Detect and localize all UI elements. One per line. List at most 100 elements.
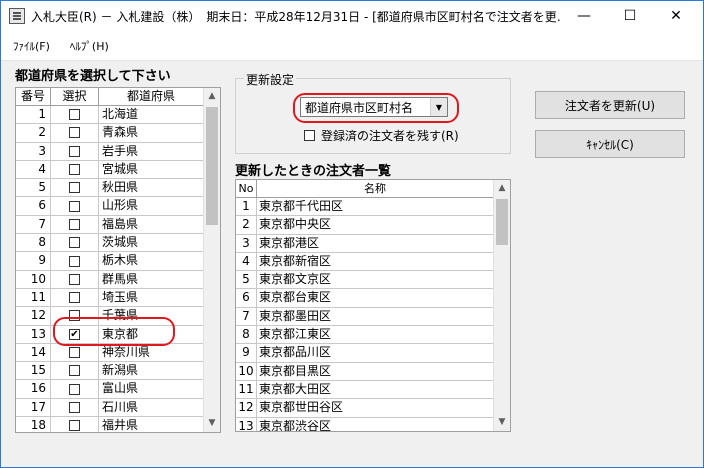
customer-scrollbar[interactable]: ▲ ▼ [493, 180, 510, 431]
list-item[interactable]: 7 東京都墨田区 [236, 307, 510, 327]
table-row[interactable]: 17 石川県 [16, 398, 220, 418]
customer-list[interactable]: No 名称 1 東京都千代田区 2 東京都中央区 3 東京都港区 4 東京都新宿区 5 東京都文京… [235, 179, 511, 432]
table-row[interactable]: 16 富山県 [16, 380, 220, 399]
row-number: 12 [16, 307, 51, 325]
row-select[interactable] [51, 417, 99, 432]
scroll-thumb[interactable] [206, 107, 218, 225]
row-select[interactable] [51, 270, 99, 288]
row-select[interactable] [51, 179, 99, 197]
select-checkbox[interactable] [69, 365, 80, 377]
select-checkbox[interactable]: ✔ [69, 328, 80, 340]
row-select[interactable] [51, 380, 99, 398]
table-row[interactable]: 15 新潟県 [16, 362, 220, 381]
list-item[interactable]: 6 東京都台東区 [236, 289, 510, 308]
row-number: 4 [16, 160, 51, 179]
table-row[interactable]: 12 千葉県 [16, 307, 220, 326]
menu-file[interactable]: ﾌｧｲﾙ(F) [1, 38, 58, 54]
select-checkbox[interactable] [69, 383, 80, 395]
select-checkbox[interactable] [69, 255, 80, 267]
list-item[interactable]: 10 東京都目黒区 [236, 362, 510, 381]
close-button[interactable]: ✕ [653, 1, 699, 31]
table-row[interactable]: 8 茨城県 [16, 234, 220, 253]
table-row[interactable]: 6 山形県 [16, 197, 220, 216]
list-item[interactable]: 11 東京都大田区 [236, 380, 510, 400]
col-header-name[interactable]: 名称 [257, 180, 494, 197]
select-checkbox[interactable] [69, 401, 80, 413]
prefecture-name: 山形県 [99, 197, 204, 215]
list-item[interactable]: 1 東京都千代田区 [236, 198, 510, 217]
list-item[interactable]: 8 東京都江東区 [236, 326, 510, 345]
row-select[interactable]: ✔ [51, 325, 99, 343]
update-customers-button[interactable]: 注文者を更新(U) [535, 91, 685, 119]
col-header-no[interactable]: 番号 [16, 88, 51, 105]
table-row[interactable]: 1 北海道 [16, 106, 220, 125]
select-checkbox[interactable] [69, 273, 80, 285]
table-row[interactable]: 10 群馬県 [16, 270, 220, 289]
select-checkbox[interactable] [69, 200, 80, 212]
list-item[interactable]: 5 東京都文京区 [236, 271, 510, 290]
select-checkbox[interactable] [69, 218, 80, 230]
select-checkbox[interactable] [69, 420, 80, 432]
select-checkbox[interactable] [69, 145, 80, 157]
maximize-button[interactable]: ☐ [607, 1, 653, 31]
list-item[interactable]: 4 東京都新宿区 [236, 252, 510, 272]
table-row[interactable]: 4 宮城県 [16, 160, 220, 180]
update-mode-combo[interactable]: 都道府県市区町村名 ▼ [300, 97, 448, 117]
app-icon [9, 8, 25, 24]
table-row[interactable]: 18 福井県 [16, 417, 220, 432]
col-header-no[interactable]: No [236, 180, 257, 197]
row-select[interactable] [51, 252, 99, 270]
table-row[interactable]: 2 青森県 [16, 124, 220, 143]
list-item[interactable]: 9 東京都品川区 [236, 344, 510, 363]
col-header-select[interactable]: 選択 [51, 88, 99, 105]
prefecture-name: 青森県 [99, 124, 204, 142]
select-checkbox[interactable] [69, 109, 80, 121]
list-item[interactable]: 2 東京都中央区 [236, 216, 510, 235]
row-select[interactable] [51, 142, 99, 160]
row-select[interactable] [51, 362, 99, 380]
row-select[interactable] [51, 288, 99, 307]
table-row[interactable]: 14 神奈川県 [16, 343, 220, 363]
select-checkbox[interactable] [69, 347, 80, 358]
keep-existing-checkbox[interactable]: 登録済の注文者を残す(R) [304, 127, 459, 144]
menu-help[interactable]: ﾍﾙﾌﾟ(H) [58, 38, 117, 54]
scroll-down-icon[interactable]: ▼ [494, 414, 510, 431]
select-checkbox[interactable] [69, 237, 80, 249]
row-select[interactable] [51, 307, 99, 325]
select-checkbox[interactable] [69, 164, 80, 176]
table-row[interactable]: 7 福島県 [16, 215, 220, 235]
table-row[interactable]: 5 秋田県 [16, 179, 220, 198]
chevron-down-icon[interactable]: ▼ [430, 98, 447, 116]
scroll-up-icon[interactable]: ▲ [494, 180, 510, 197]
prefecture-scrollbar[interactable]: ▲ ▼ [203, 88, 220, 432]
cancel-button[interactable]: ｷｬﾝｾﾙ(C) [535, 130, 685, 158]
select-checkbox[interactable] [69, 182, 80, 194]
table-row[interactable]: 9 栃木県 [16, 252, 220, 271]
scroll-thumb[interactable] [496, 199, 508, 245]
table-row[interactable]: 13 ✔ 東京都 [16, 325, 220, 344]
select-checkbox[interactable] [69, 310, 80, 322]
row-select[interactable] [51, 124, 99, 142]
select-checkbox[interactable] [69, 127, 80, 139]
row-select[interactable] [51, 343, 99, 362]
select-checkbox[interactable] [69, 292, 80, 304]
minimize-button[interactable]: — [561, 1, 607, 31]
col-header-prefecture[interactable]: 都道府県 [99, 88, 204, 105]
row-select[interactable] [51, 215, 99, 234]
list-item[interactable]: 3 東京都港区 [236, 234, 510, 253]
table-row[interactable]: 3 岩手県 [16, 142, 220, 161]
menu-bar: ﾌｧｲﾙ(F) ﾍﾙﾌﾟ(H) [1, 31, 703, 61]
row-select[interactable] [51, 197, 99, 215]
scroll-down-icon[interactable]: ▼ [204, 415, 220, 432]
table-row[interactable]: 11 埼玉県 [16, 288, 220, 308]
row-select[interactable] [51, 398, 99, 417]
list-item[interactable]: 12 東京都世田谷区 [236, 399, 510, 418]
row-number: 11 [16, 288, 51, 307]
scroll-up-icon[interactable]: ▲ [204, 88, 220, 105]
list-item[interactable]: 13 東京都渋谷区 [236, 417, 510, 431]
prefecture-grid[interactable]: 番号 選択 都道府県 1 北海道 2 青森県 3 岩手県 4 宮城県 5 秋田県 6 山形県 7 福島県 8… [15, 87, 221, 433]
row-select[interactable] [51, 160, 99, 179]
row-select[interactable] [51, 234, 99, 252]
keep-existing-box[interactable] [304, 130, 315, 141]
row-select[interactable] [51, 106, 99, 124]
